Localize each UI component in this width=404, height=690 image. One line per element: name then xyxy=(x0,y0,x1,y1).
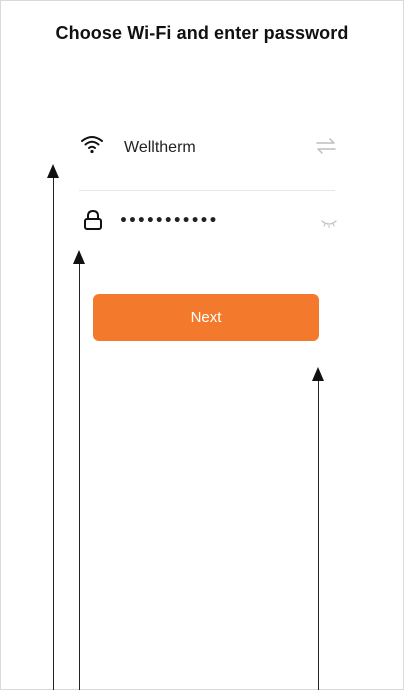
divider xyxy=(79,190,335,191)
annotation-arrow-3-head xyxy=(312,367,324,381)
eye-closed-icon[interactable] xyxy=(321,219,337,229)
annotation-arrow-2-head xyxy=(73,250,85,264)
password-input[interactable] xyxy=(119,208,304,234)
wifi-setup-screen: Choose Wi-Fi and enter password Wellther… xyxy=(0,0,404,690)
wifi-network-row[interactable]: Welltherm xyxy=(79,129,337,169)
annotation-arrow-1-line xyxy=(53,171,54,690)
next-button[interactable]: Next xyxy=(93,294,319,341)
lock-icon xyxy=(84,209,102,230)
swap-network-icon[interactable] xyxy=(315,137,337,155)
password-row[interactable] xyxy=(79,206,337,246)
wifi-network-name: Welltherm xyxy=(124,139,196,156)
page-title: Choose Wi-Fi and enter password xyxy=(55,23,349,43)
annotation-arrow-3-line xyxy=(318,373,319,690)
annotation-arrow-2-line xyxy=(79,256,80,690)
wifi-icon xyxy=(81,136,103,154)
annotation-arrow-1-head xyxy=(47,164,59,178)
